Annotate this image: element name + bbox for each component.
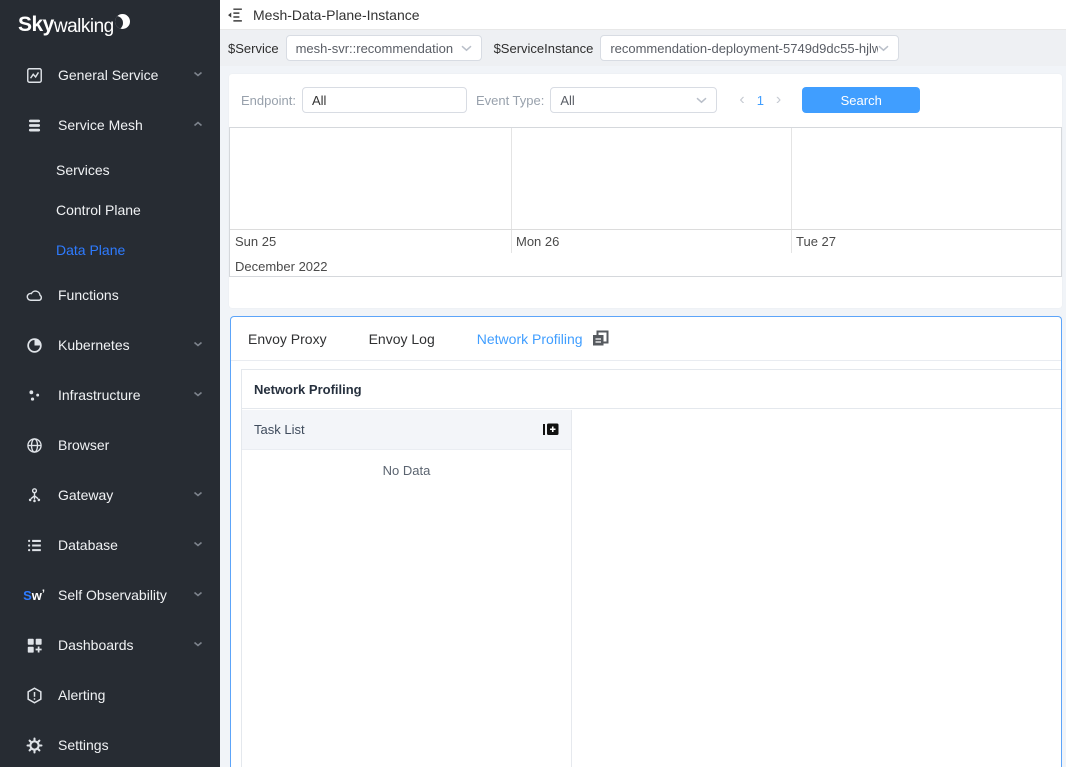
chevron-down-icon bbox=[192, 488, 204, 503]
endpoint-label: Endpoint: bbox=[241, 93, 296, 108]
timeline-day-label: Tue 27 bbox=[796, 234, 836, 249]
sidebar-item-functions[interactable]: Functions bbox=[0, 270, 220, 320]
database-icon bbox=[24, 535, 44, 555]
widget-header: Network Profiling bbox=[242, 370, 1061, 409]
chevron-down-icon bbox=[461, 45, 472, 52]
skywalking-logo[interactable]: Skywalking bbox=[0, 0, 220, 50]
sidebar-item-dashboards[interactable]: Dashboards bbox=[0, 620, 220, 670]
instance-tabs-panel: Envoy Proxy Envoy Log Network Profiling … bbox=[230, 316, 1062, 767]
sidebar-item-self-observability[interactable]: Sw’ Self Observability bbox=[0, 570, 220, 620]
sidebar-item-infrastructure[interactable]: Infrastructure bbox=[0, 370, 220, 420]
globe-icon bbox=[24, 435, 44, 455]
task-list-title: Task List bbox=[254, 422, 305, 437]
pagination: ‹ 1 › bbox=[737, 92, 783, 108]
page-title: Mesh-Data-Plane-Instance bbox=[253, 7, 420, 23]
chevron-down-icon bbox=[878, 45, 889, 52]
logo-text-bold: Sky bbox=[18, 13, 54, 37]
prev-page-button[interactable]: ‹ bbox=[737, 92, 746, 108]
chevron-down-icon bbox=[192, 588, 204, 603]
event-type-label: Event Type: bbox=[476, 93, 544, 108]
timeline-day-label: Mon 26 bbox=[516, 234, 559, 249]
main-area: Mesh-Data-Plane-Instance $Service mesh-s… bbox=[220, 0, 1066, 767]
widget-title: Network Profiling bbox=[254, 382, 362, 397]
timeline-day-label: Sun 25 bbox=[235, 234, 276, 249]
timeline-gridline bbox=[511, 128, 512, 253]
chevron-down-icon bbox=[192, 68, 204, 83]
chart-icon bbox=[24, 65, 44, 85]
current-page: 1 bbox=[757, 93, 764, 108]
search-button[interactable]: Search bbox=[802, 87, 920, 113]
service-select[interactable]: mesh-svr::recommendation bbox=[286, 35, 482, 61]
events-card: Endpoint: Event Type: All ‹ 1 › Search S… bbox=[229, 74, 1062, 308]
tab-envoy-proxy[interactable]: Envoy Proxy bbox=[248, 331, 327, 347]
sidebar: Skywalking General Service Service Mesh … bbox=[0, 0, 220, 767]
tab-envoy-log[interactable]: Envoy Log bbox=[369, 331, 435, 347]
sw-logo-icon: Sw’ bbox=[24, 585, 44, 605]
tab-network-profiling[interactable]: Network Profiling bbox=[477, 331, 583, 347]
cloud-icon bbox=[24, 285, 44, 305]
service-instance-select[interactable]: recommendation-deployment-5749d9dc55-hjl… bbox=[600, 35, 899, 61]
chevron-down-icon bbox=[192, 538, 204, 553]
task-list-header: Task List bbox=[242, 410, 571, 450]
sidebar-item-general-service[interactable]: General Service bbox=[0, 50, 220, 100]
chevron-down-icon bbox=[192, 388, 204, 403]
selector-bar: $Service mesh-svr::recommendation $Servi… bbox=[220, 30, 1066, 66]
service-label: $Service bbox=[228, 41, 279, 56]
sidebar-item-services[interactable]: Services bbox=[0, 150, 220, 190]
sidebar-item-alerting[interactable]: Alerting bbox=[0, 670, 220, 720]
chevron-up-icon bbox=[192, 118, 204, 133]
sidebar-item-database[interactable]: Database bbox=[0, 520, 220, 570]
copy-icon[interactable] bbox=[592, 330, 609, 347]
sidebar-item-gateway[interactable]: Gateway bbox=[0, 470, 220, 520]
gear-icon bbox=[24, 735, 44, 755]
gateway-icon bbox=[24, 485, 44, 505]
endpoint-input[interactable] bbox=[302, 87, 467, 113]
empty-state-text: No Data bbox=[242, 463, 571, 478]
timeline-axis-line bbox=[230, 229, 1061, 230]
collapse-sidebar-icon[interactable] bbox=[227, 6, 244, 23]
timeline-month-label: December 2022 bbox=[235, 259, 328, 274]
logo-text-light: walking bbox=[54, 16, 114, 38]
tab-bar: Envoy Proxy Envoy Log Network Profiling bbox=[231, 317, 1061, 361]
chevron-down-icon bbox=[192, 638, 204, 653]
sidebar-item-control-plane[interactable]: Control Plane bbox=[0, 190, 220, 230]
kubernetes-icon bbox=[24, 335, 44, 355]
create-task-icon[interactable] bbox=[542, 421, 559, 438]
alert-hexagon-icon bbox=[24, 685, 44, 705]
sidebar-item-settings[interactable]: Settings bbox=[0, 720, 220, 767]
dashboard-grid-icon bbox=[24, 635, 44, 655]
event-type-select[interactable]: All bbox=[550, 87, 717, 113]
events-timeline[interactable]: Sun 25 Mon 26 Tue 27 December 2022 bbox=[229, 127, 1062, 277]
sidebar-item-browser[interactable]: Browser bbox=[0, 420, 220, 470]
filter-row: Endpoint: Event Type: All ‹ 1 › Search bbox=[241, 87, 1054, 113]
service-instance-label: $ServiceInstance bbox=[494, 41, 594, 56]
logo-crescent-icon bbox=[115, 14, 130, 29]
sidebar-item-kubernetes[interactable]: Kubernetes bbox=[0, 320, 220, 370]
timeline-gridline bbox=[791, 128, 792, 253]
layers-icon bbox=[24, 115, 44, 135]
next-page-button[interactable]: › bbox=[774, 92, 783, 108]
dots-icon bbox=[24, 385, 44, 405]
chevron-down-icon bbox=[696, 97, 707, 104]
network-profiling-widget: Network Profiling Task List No Data bbox=[241, 369, 1061, 767]
sidebar-item-data-plane[interactable]: Data Plane bbox=[0, 230, 220, 270]
page-header: Mesh-Data-Plane-Instance bbox=[220, 0, 1066, 30]
chevron-down-icon bbox=[192, 338, 204, 353]
task-list-panel: Task List No Data bbox=[242, 410, 572, 767]
sidebar-item-service-mesh[interactable]: Service Mesh bbox=[0, 100, 220, 150]
